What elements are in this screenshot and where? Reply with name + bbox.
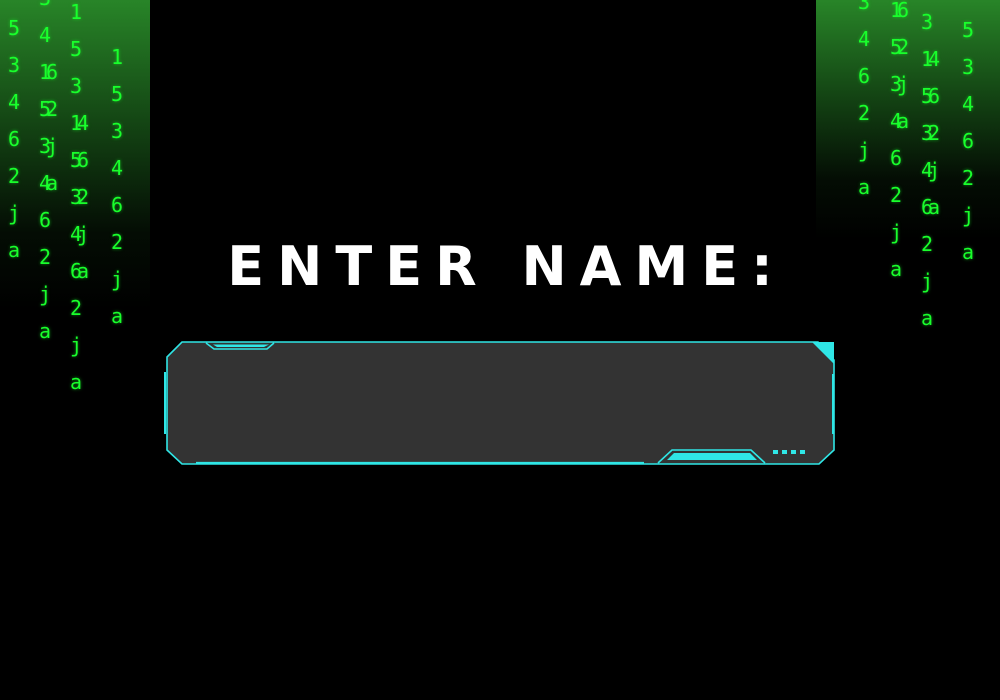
matrix-glyph: 56	[70, 148, 89, 172]
matrix-glyph: j	[70, 333, 82, 357]
matrix-glyph: 3j	[39, 134, 58, 158]
matrix-glyph: 4a	[890, 109, 909, 133]
matrix-glyph: 16	[39, 60, 58, 84]
matrix-glyph: 6	[858, 64, 871, 88]
matrix-glyph: 2	[890, 183, 902, 207]
matrix-glyph: 1	[111, 45, 124, 69]
matrix-glyph: 1	[70, 0, 82, 24]
matrix-glyph: 4	[39, 23, 51, 47]
matrix-glyph: a	[70, 370, 82, 394]
matrix-glyph: 3	[111, 119, 124, 143]
matrix-glyph: 4a	[39, 171, 58, 195]
matrix-glyph: 3	[39, 0, 53, 17]
matrix-glyph: 2	[962, 166, 975, 190]
matrix-glyph: 4	[111, 156, 124, 180]
matrix-glyph: j	[858, 138, 871, 162]
matrix-glyph: 52	[890, 35, 909, 59]
matrix-glyph: a	[111, 304, 124, 328]
matrix-glyph: 6	[8, 127, 21, 151]
matrix-glyph: 3j	[890, 72, 909, 96]
matrix-glyph: 2	[8, 164, 21, 188]
matrix-glyph: a	[858, 175, 871, 199]
name-input[interactable]	[190, 372, 754, 434]
matrix-glyph: 3	[8, 53, 21, 77]
matrix-glyph: 5	[962, 18, 975, 42]
matrix-glyph: 52	[39, 97, 58, 121]
matrix-glyph: 6	[890, 146, 902, 170]
matrix-glyph: a	[39, 319, 51, 343]
matrix-glyph: 4	[962, 92, 975, 116]
matrix-glyph: 32	[70, 185, 89, 209]
matrix-glyph: 4j	[921, 158, 940, 182]
matrix-glyph: 16	[890, 0, 909, 22]
matrix-glyph: 6	[39, 208, 51, 232]
matrix-glyph: 3	[962, 55, 975, 79]
matrix-glyph: 56	[921, 84, 940, 108]
matrix-glyph: j	[962, 203, 975, 227]
matrix-glyph: 4	[8, 90, 21, 114]
matrix-glyph: 2	[858, 101, 871, 125]
enter-name-title: ENTER NAME:	[227, 235, 786, 298]
matrix-glyph: 14	[921, 47, 940, 71]
matrix-rain-column: 53462ja	[962, 12, 974, 271]
matrix-rain-column: 53462ja	[8, 10, 20, 269]
matrix-glyph: 6	[962, 129, 975, 153]
matrix-glyph: 3	[921, 10, 933, 34]
matrix-glyph: 5	[70, 37, 82, 61]
matrix-rain-column: 3 4 6 2 ja	[858, 0, 870, 206]
matrix-glyph: 5	[8, 16, 21, 40]
matrix-glyph: 5	[111, 82, 124, 106]
matrix-glyph: a	[921, 306, 933, 330]
matrix-glyph: 14	[70, 111, 89, 135]
matrix-glyph: 4	[858, 27, 871, 51]
matrix-glyph: 3	[858, 0, 871, 14]
matrix-glyph: 6a	[921, 195, 940, 219]
matrix-glyph: j	[8, 201, 21, 225]
matrix-glyph: 3	[70, 74, 82, 98]
matrix-rain-column: 1 5 3 14 56 32 4j 6a 2 j a	[70, 0, 89, 401]
matrix-glyph: 32	[921, 121, 940, 145]
matrix-glyph: 6	[111, 193, 124, 217]
